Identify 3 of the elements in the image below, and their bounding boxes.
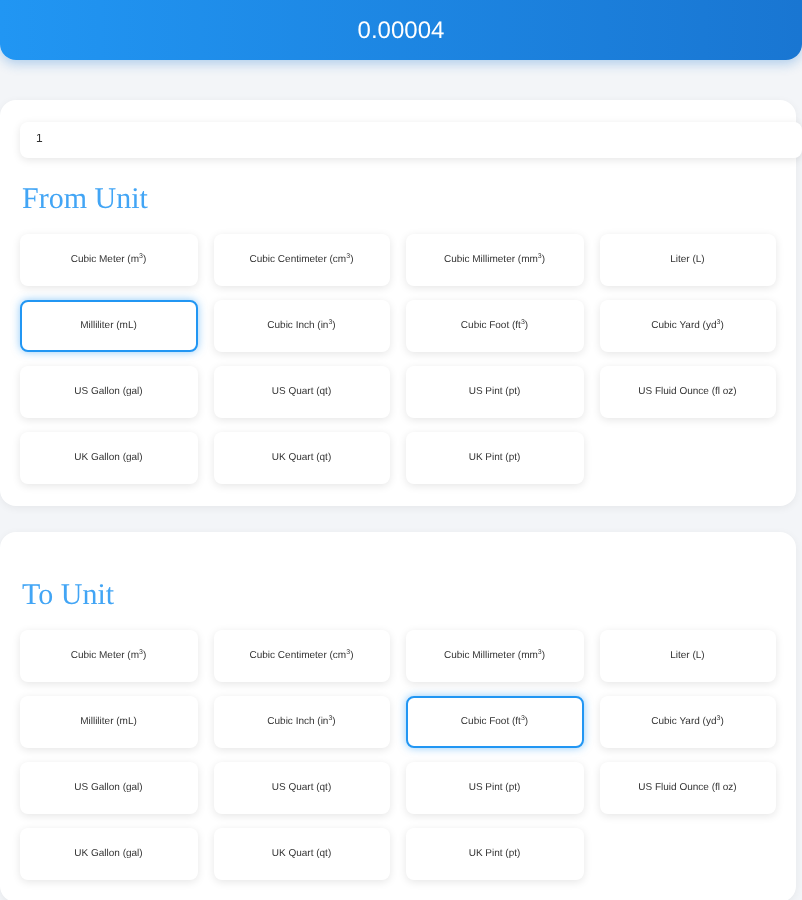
result-value: 0.00004	[357, 14, 445, 48]
section-heading: To Unit	[22, 578, 117, 614]
section-heading: From Unit	[22, 182, 150, 218]
